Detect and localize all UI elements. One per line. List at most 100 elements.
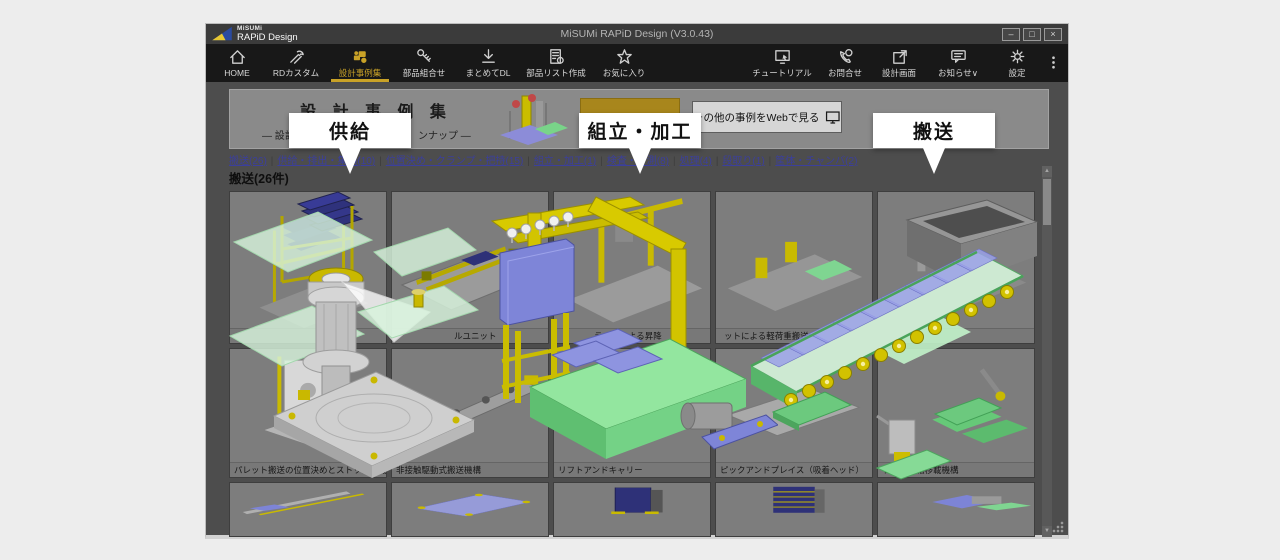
nav-item-設計事例集[interactable]: 設計事例集	[328, 44, 392, 82]
nav-item-お気に入り[interactable]: お気に入り	[592, 44, 656, 82]
example-item-r1c4[interactable]: ットによる軽荷重搬送	[715, 191, 873, 344]
category-link-6[interactable]: 段取り(1)	[722, 156, 764, 167]
nav-label: お知らせ∨	[938, 67, 978, 79]
scroll-down-arrow[interactable]: ▼	[1042, 526, 1052, 537]
link-separator: |	[673, 156, 676, 167]
nav-item-部品組合せ[interactable]: 部品組合せ	[392, 44, 456, 82]
example-thumbnail	[716, 192, 872, 328]
example-thumbnail	[554, 192, 710, 328]
category-link-3[interactable]: 組立・加工(1)	[534, 156, 596, 167]
star-icon	[615, 47, 634, 66]
link-separator: |	[716, 156, 719, 167]
nav-label: まとめてDL	[466, 67, 511, 79]
app-window: MiSUMi RAPiD Design MiSUMi RAPiD Design …	[205, 23, 1069, 539]
banner-machine-image	[480, 91, 575, 149]
window-title: MiSUMi RAPiD Design (V3.0.43)	[206, 28, 1068, 40]
window-controls: – □ ×	[1002, 28, 1068, 41]
gear-icon	[1008, 47, 1027, 66]
example-item-r1c2[interactable]: ルユニット	[391, 191, 549, 344]
maximize-button[interactable]: □	[1023, 28, 1041, 41]
nav-item-RDカスタム[interactable]: RDカスタム	[264, 44, 328, 82]
view-on-web-label: その他の事例をWebで見る	[693, 110, 819, 125]
example-caption: ラインによる昇降	[554, 328, 710, 343]
callout-transport-label: 搬送	[913, 117, 955, 144]
nav-label: 設計事例集	[339, 67, 382, 79]
example-item-r3c3[interactable]	[553, 482, 711, 537]
nav-label: RDカスタム	[273, 67, 319, 79]
example-thumbnail	[554, 483, 710, 521]
example-thumbnail	[392, 192, 548, 328]
example-grid: ルユニットラインによる昇降ットによる軽荷重搬送パレット搬送の位置決めとストッパー…	[229, 191, 1039, 537]
nav-item-まとめてDL[interactable]: まとめてDL	[456, 44, 520, 82]
nav-item-チュートリアル[interactable]: チュートリアル	[746, 44, 818, 82]
view-on-web-button[interactable]: その他の事例をWebで見る	[692, 101, 842, 133]
more-icon	[1044, 53, 1063, 72]
news-icon	[949, 47, 968, 66]
minimize-button[interactable]: –	[1002, 28, 1020, 41]
home-icon	[228, 48, 247, 67]
design-examples-icon	[351, 47, 370, 66]
nav-item-HOME[interactable]: HOME	[210, 44, 264, 82]
example-item-r2c5[interactable]: ワーク自転移載機構	[877, 348, 1035, 478]
example-caption	[230, 328, 386, 343]
nav-item-部品リスト作成[interactable]: 部品リスト作成	[520, 44, 592, 82]
nav-label: 設計画面	[882, 67, 916, 79]
link-separator: |	[600, 156, 603, 167]
example-item-r2c2[interactable]: 非接触駆動式搬送機構	[391, 348, 549, 478]
logo-line2: RAPiD Design	[237, 33, 298, 43]
tools-icon	[287, 47, 306, 66]
example-item-r1c3[interactable]: ラインによる昇降	[553, 191, 711, 344]
category-link-2[interactable]: 位置決め・クランプ・把持(15)	[386, 156, 523, 167]
example-item-r3c4[interactable]	[715, 482, 873, 537]
nav-item-設計画面[interactable]: 設計画面	[872, 44, 926, 82]
nav-label: 部品組合せ	[403, 67, 446, 79]
example-item-r2c4[interactable]: ピックアンドプレイス（吸着ヘッド）	[715, 348, 873, 478]
scroll-up-arrow[interactable]: ▲	[1042, 166, 1052, 177]
example-item-r3c1[interactable]	[229, 482, 387, 537]
nav-label: 部品リスト作成	[526, 67, 586, 79]
scrollbar-thumb[interactable]	[1043, 179, 1051, 225]
example-item-r3c5[interactable]	[877, 482, 1035, 537]
example-item-r3c2[interactable]	[391, 482, 549, 537]
example-thumbnail	[230, 192, 386, 328]
download-icon	[479, 47, 498, 66]
tutorial-icon	[773, 47, 792, 66]
category-link-5[interactable]: 処理(4)	[680, 156, 712, 167]
example-thumbnail	[392, 483, 548, 521]
example-caption: パレット搬送の位置決めとストッパー機構	[230, 462, 386, 477]
section-heading: 搬送(26件)	[229, 168, 289, 187]
example-item-r2c1[interactable]: パレット搬送の位置決めとストッパー機構	[229, 348, 387, 478]
example-caption: ットによる軽荷重搬送	[716, 328, 872, 343]
example-caption: リフトアンドキャリー	[554, 462, 710, 477]
parts-list-icon	[547, 47, 566, 66]
callout-assembly-label: 組立・加工	[587, 117, 692, 144]
nav-label: 設定	[1008, 67, 1025, 79]
category-link-0[interactable]: 搬送(26)	[229, 156, 267, 167]
link-separator: |	[271, 156, 274, 167]
category-link-7[interactable]: 筐体・チャンバ(2)	[775, 156, 857, 167]
example-thumbnail	[878, 192, 1034, 328]
parts-icon	[415, 47, 434, 66]
nav-item-お知らせ∨[interactable]: お知らせ∨	[926, 44, 990, 82]
example-item-r1c1[interactable]	[229, 191, 387, 344]
resize-grip[interactable]	[1052, 521, 1064, 533]
nav-label: お問合せ	[828, 67, 862, 79]
desktop: MiSUMi RAPiD Design MiSUMi RAPiD Design …	[0, 0, 1280, 560]
example-thumbnail	[392, 349, 548, 462]
example-thumbnail	[230, 349, 386, 462]
callout-supply: 供給	[289, 113, 411, 148]
nav-item-more-icon[interactable]	[1044, 44, 1062, 82]
example-caption	[878, 328, 1034, 343]
example-thumbnail	[878, 483, 1034, 521]
link-separator: |	[527, 156, 530, 167]
toolbar-right-group: チュートリアルお問合せ 設計画面 お知らせ∨ 設定	[746, 44, 1062, 82]
example-thumbnail	[230, 483, 386, 521]
example-item-r1c5[interactable]	[877, 191, 1035, 344]
nav-item-お問合せ[interactable]: お問合せ	[818, 44, 872, 82]
nav-label: HOME	[224, 68, 250, 78]
close-button[interactable]: ×	[1044, 28, 1062, 41]
vertical-scrollbar[interactable]: ▲ ▼	[1042, 166, 1052, 537]
nav-item-設定[interactable]: 設定	[990, 44, 1044, 82]
example-item-r2c3[interactable]: リフトアンドキャリー	[553, 348, 711, 478]
titlebar: MiSUMi RAPiD Design MiSUMi RAPiD Design …	[206, 24, 1068, 44]
